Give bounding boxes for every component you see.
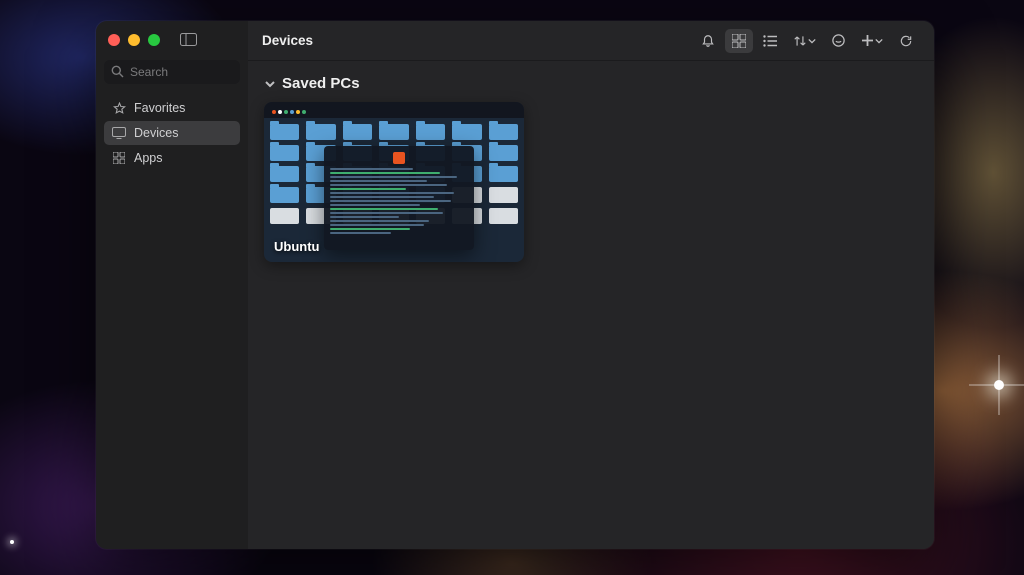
page-title: Devices [262,33,313,48]
chevron-down-icon [875,37,883,45]
pc-name-label: Ubuntu [274,239,319,254]
plus-icon [861,34,874,47]
window-controls [104,31,240,54]
sort-icon [793,34,807,48]
close-window-button[interactable] [108,34,120,46]
add-menu-button[interactable] [855,29,889,53]
sidebar-item-label: Apps [134,151,163,165]
sort-menu-button[interactable] [787,29,821,53]
search-field[interactable] [104,60,240,84]
toolbar: Devices [248,21,934,61]
sidebar-item-label: Devices [134,126,178,140]
section-title: Saved PCs [282,75,360,92]
app-window: Favorites Devices Apps Devices [96,21,934,549]
wallpaper-star [10,540,14,544]
ubuntu-logo-icon [393,152,405,164]
notifications-button[interactable] [694,29,722,53]
refresh-button[interactable] [892,29,920,53]
list-view-button[interactable] [756,29,784,53]
sidebar-item-apps[interactable]: Apps [104,146,240,170]
filter-button[interactable] [824,29,852,53]
main-area: Devices [248,21,934,549]
fullscreen-window-button[interactable] [148,34,160,46]
search-icon [111,65,124,78]
apps-grid-icon [112,152,126,164]
toggle-sidebar-button[interactable] [180,33,197,46]
sidebar-item-favorites[interactable]: Favorites [104,96,240,120]
refresh-icon [899,34,913,48]
bell-icon [701,34,715,48]
display-icon [112,127,126,139]
grid-view-button[interactable] [725,29,753,53]
sidebar-nav: Favorites Devices Apps [104,96,240,170]
grid-icon [732,34,746,48]
list-icon [763,35,777,47]
wallpaper-star [994,380,1004,390]
section-header[interactable]: Saved PCs [264,75,918,92]
pc-thumbnail [264,102,524,262]
search-input[interactable] [104,60,240,84]
pc-card-ubuntu[interactable]: Ubuntu [264,102,524,262]
star-icon [112,102,126,115]
sidebar: Favorites Devices Apps [96,21,248,549]
pc-grid: Ubuntu [264,102,918,262]
sidebar-item-devices[interactable]: Devices [104,121,240,145]
chevron-down-icon [264,78,276,90]
filter-icon [831,33,846,48]
sidebar-item-label: Favorites [134,101,185,115]
chevron-down-icon [808,37,816,45]
content-area: Saved PCs [248,61,934,549]
minimize-window-button[interactable] [128,34,140,46]
